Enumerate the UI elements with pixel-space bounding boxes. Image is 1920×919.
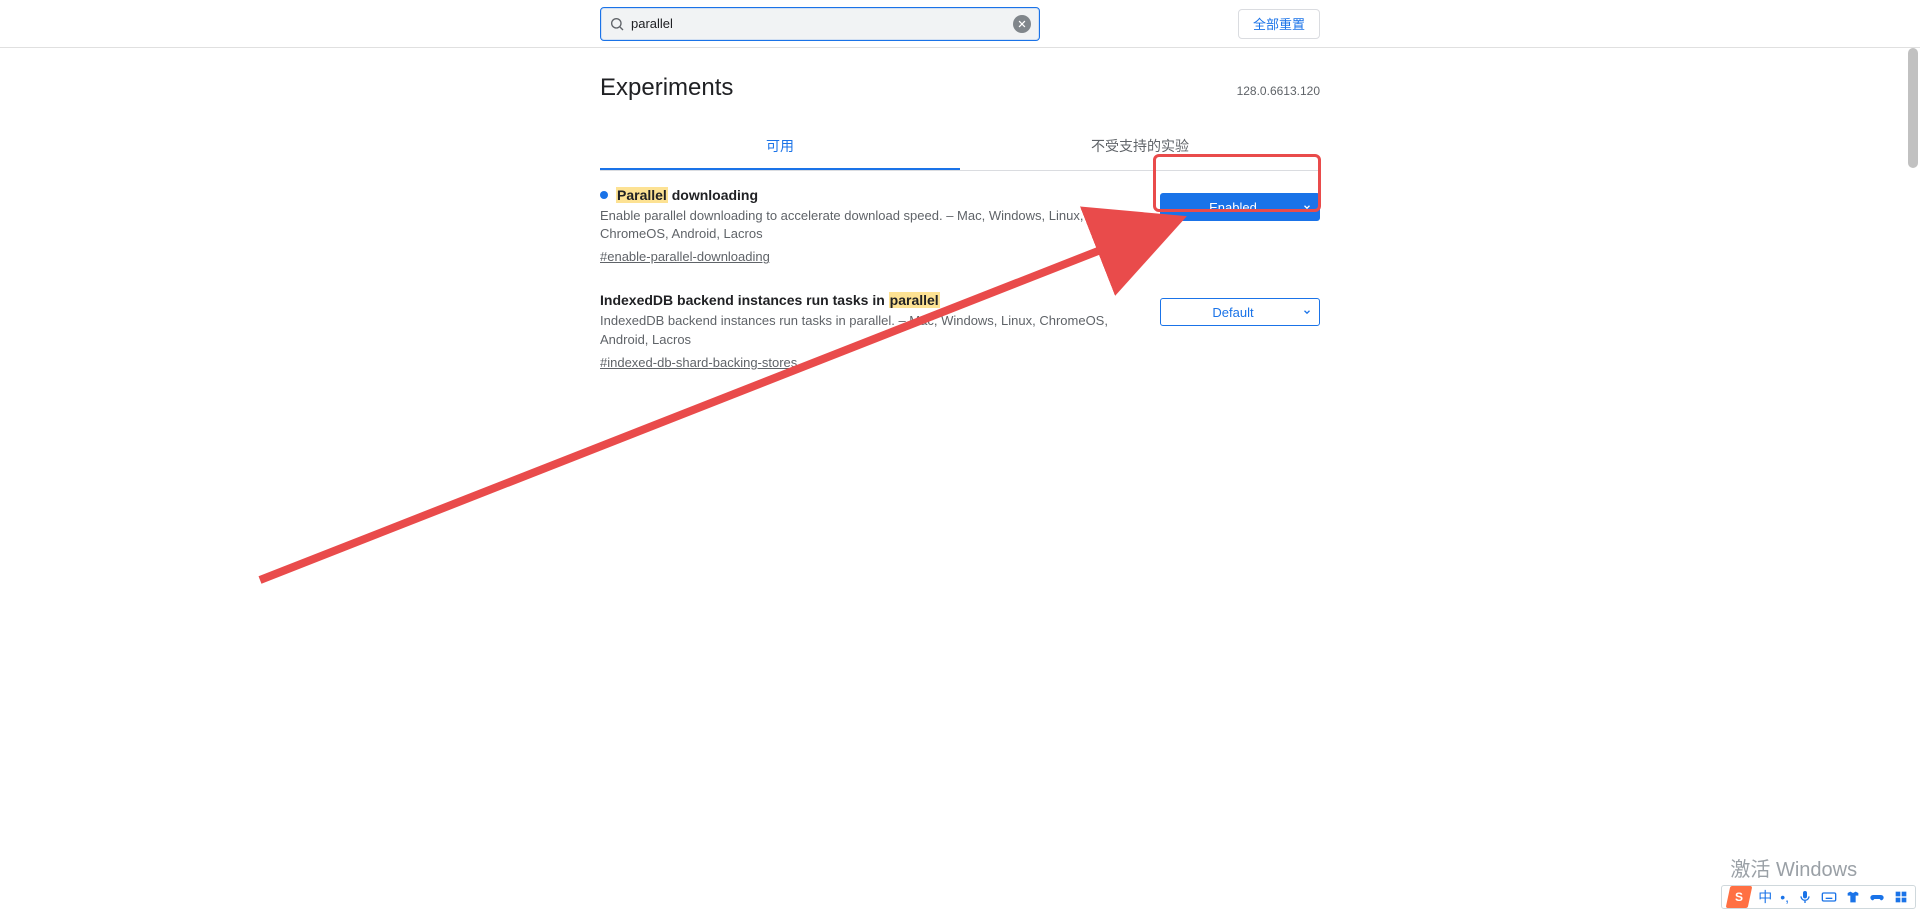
flag-state-select[interactable]: Enabled <box>1160 193 1320 221</box>
search-icon <box>609 16 625 32</box>
modified-dot-icon <box>600 191 608 199</box>
flag-state-select[interactable]: Default <box>1160 298 1320 326</box>
ime-mic-icon[interactable] <box>1797 889 1813 905</box>
content-column: Experiments 128.0.6613.120 可用 不受支持的实验 Pa… <box>600 48 1320 382</box>
ime-gamepad-icon[interactable] <box>1869 889 1885 905</box>
vertical-scrollbar[interactable] <box>1906 48 1920 919</box>
flag-hash-link[interactable]: #indexed-db-shard-backing-stores <box>600 355 797 370</box>
search-highlight: parallel <box>889 292 940 308</box>
scrollbar-thumb[interactable] <box>1908 48 1918 168</box>
ime-keyboard-icon[interactable] <box>1821 889 1837 905</box>
ime-logo-icon[interactable]: S <box>1726 886 1753 908</box>
tabs: 可用 不受支持的实验 <box>600 124 1320 171</box>
search-box[interactable] <box>600 7 1040 41</box>
flag-row: IndexedDB backend instances run tasks in… <box>600 276 1320 381</box>
flag-description: Enable parallel downloading to accelerat… <box>600 207 1140 243</box>
flag-title: IndexedDB backend instances run tasks in… <box>600 292 1140 308</box>
ime-lang-button[interactable]: 中 <box>1758 887 1772 907</box>
version-label: 128.0.6613.120 <box>1237 84 1320 98</box>
flag-hash-link[interactable]: #enable-parallel-downloading <box>600 249 770 264</box>
watermark-line1: 激活 Windows <box>1730 853 1900 882</box>
search-input[interactable] <box>625 12 1013 35</box>
flags-topbar: 全部重置 <box>0 0 1920 48</box>
ime-toolbar[interactable]: S 中 •, <box>1721 885 1916 909</box>
ime-skin-icon[interactable] <box>1845 889 1861 905</box>
reset-all-button[interactable]: 全部重置 <box>1238 9 1320 39</box>
close-icon <box>1017 19 1027 29</box>
tab-unsupported[interactable]: 不受支持的实验 <box>960 124 1320 170</box>
flag-description: IndexedDB backend instances run tasks in… <box>600 312 1140 348</box>
ime-punct-icon[interactable]: •, <box>1780 889 1789 905</box>
flag-title: Parallel downloading <box>600 187 1140 203</box>
tab-available[interactable]: 可用 <box>600 124 960 170</box>
page-title: Experiments <box>600 74 733 102</box>
search-highlight: Parallel <box>616 187 668 203</box>
clear-search-button[interactable] <box>1013 15 1031 33</box>
flag-row: Parallel downloading Enable parallel dow… <box>600 171 1320 276</box>
